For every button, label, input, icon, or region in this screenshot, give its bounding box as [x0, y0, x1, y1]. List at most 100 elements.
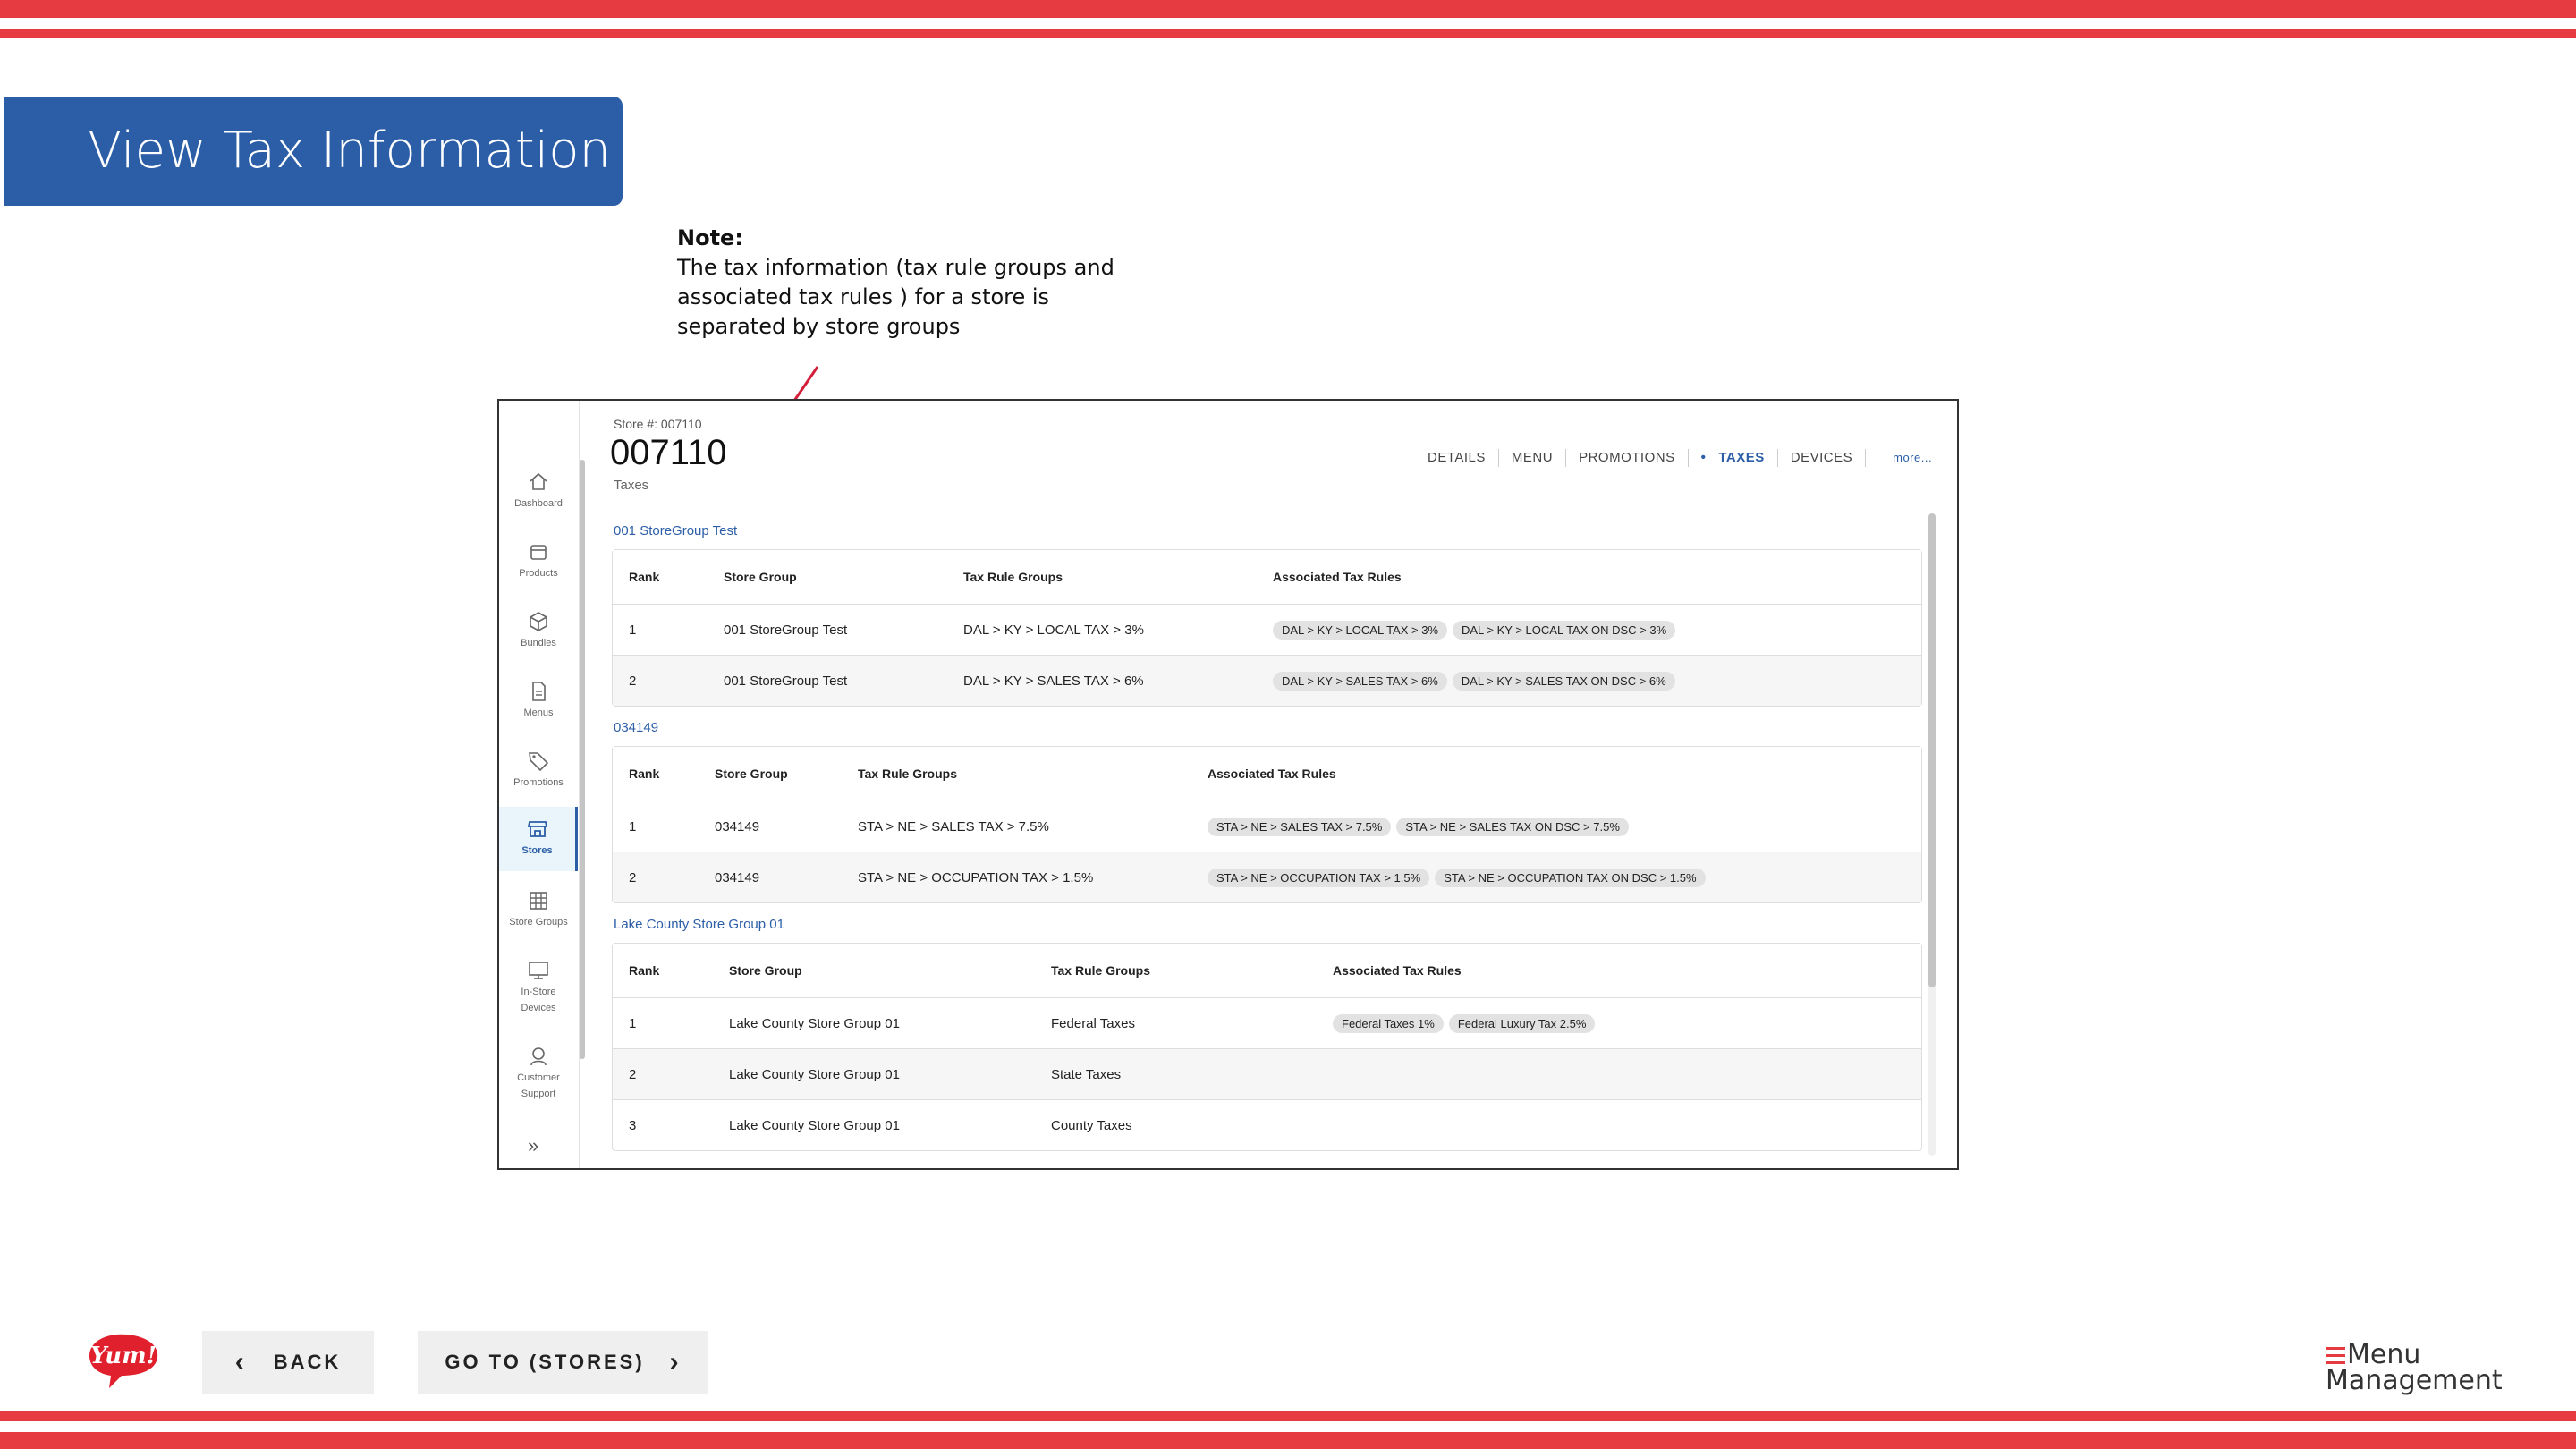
column-header: Tax Rule Groups [1051, 963, 1150, 978]
sidebar-item-label: In-Store [521, 987, 556, 997]
taxes-content: 001 StoreGroup Test Rank Store Group Tax Ru… [612, 513, 1922, 1166]
tab-devices[interactable]: DEVICES [1778, 449, 1867, 467]
more-tabs-link[interactable]: more... [1866, 449, 1945, 467]
logo-line-1: Menu [2347, 1339, 2421, 1370]
table-row[interactable]: 2 034149 STA > NE > OCCUPATION TAX > 1.5% S… [613, 852, 1921, 902]
table-cell: DAL > KY > SALES TAX > 6% DAL > KY > SALE… [1257, 671, 1919, 691]
sidebar-item-menus[interactable]: Menus [499, 669, 578, 732]
note-body: The tax information (tax rule groups and… [677, 255, 1114, 339]
sidebar-scrollbar[interactable] [580, 460, 585, 1059]
table-cell: Lake County Store Group 01 [729, 1015, 900, 1031]
tab-menu[interactable]: MENU [1499, 449, 1567, 467]
column-header: Tax Rule Groups [963, 570, 1063, 584]
top-stripe-1 [0, 0, 2576, 18]
note-title: Note: [677, 225, 743, 250]
sidebar-item-store-groups[interactable]: Store Groups [499, 878, 578, 941]
column-header: Rank [629, 767, 660, 781]
table-row[interactable]: 1 001 StoreGroup Test DAL > KY > LOCAL TAX… [613, 604, 1921, 655]
section-label: Taxes [614, 478, 649, 493]
expand-sidebar-icon[interactable]: » [528, 1134, 538, 1157]
column-header: Tax Rule Groups [858, 767, 957, 781]
tag-icon [529, 752, 549, 772]
table-cell: STA > NE > SALES TAX > 7.5% STA > NE > SA… [1191, 817, 1919, 836]
sidebar-item-label: Stores [521, 845, 553, 856]
table-cell: State Taxes [1051, 1066, 1122, 1082]
document-icon [532, 682, 546, 701]
chevron-left-icon: ‹ [234, 1347, 247, 1377]
table-row[interactable]: 2 Lake County Store Group 01 State Taxes [613, 1048, 1921, 1099]
table-cell: Lake County Store Group 01 [729, 1066, 900, 1082]
table-cell: Lake County Store Group 01 [729, 1117, 900, 1133]
table-cell: STA > NE > OCCUPATION TAX > 1.5% STA > NE… [1191, 868, 1919, 887]
go-to-stores-button[interactable]: GO TO (STORES) › [418, 1331, 708, 1394]
table-cell: 001 StoreGroup Test [724, 673, 848, 689]
column-header: Store Group [715, 767, 788, 781]
store-group-link[interactable]: Lake County Store Group 01 [612, 907, 1922, 943]
home-icon [530, 472, 547, 490]
sidebar-item-products[interactable]: Products [499, 530, 578, 592]
table-header-row: Rank Store Group Tax Rule Groups Associated… [613, 944, 1921, 997]
table-row[interactable]: 1 Lake County Store Group 01 Federal Taxes… [613, 997, 1921, 1048]
tax-rule-chip: Federal Taxes 1% [1333, 1013, 1444, 1033]
tab-taxes[interactable]: TAXES [1689, 449, 1778, 467]
store-group-link[interactable]: 034149 [612, 710, 1922, 746]
sidebar-item-customer-support[interactable]: Customer Support [499, 1034, 578, 1111]
table-row[interactable]: 1 034149 STA > NE > SALES TAX > 7.5% STA > … [613, 801, 1921, 852]
app-screenshot: Dashboard Products Bundles Menus Promotions S… [497, 399, 1959, 1170]
tax-rule-chip: STA > NE > SALES TAX ON DSC > 7.5% [1396, 817, 1629, 836]
table-cell: 034149 [715, 869, 760, 886]
table-cell: 001 StoreGroup Test [724, 622, 848, 638]
tab-promotions[interactable]: PROMOTIONS [1566, 449, 1689, 467]
tax-rule-chip: STA > NE > OCCUPATION TAX > 1.5% [1208, 868, 1430, 887]
tax-table: Rank Store Group Tax Rule Groups Associated… [612, 943, 1922, 1151]
sidebar-item-bundles[interactable]: Bundles [499, 599, 578, 662]
store-number: 007110 [610, 433, 727, 472]
table-cell: STA > NE > OCCUPATION TAX > 1.5% [858, 869, 1094, 886]
column-header: Associated Tax Rules [1273, 570, 1402, 584]
column-header: Associated Tax Rules [1208, 767, 1336, 781]
sidebar-item-label: Promotions [513, 777, 564, 788]
tax-rule-chip: DAL > KY > SALES TAX > 6% [1273, 671, 1447, 691]
table-cell: Federal Taxes [1051, 1015, 1135, 1031]
table-cell: DAL > KY > LOCAL TAX > 3% DAL > KY > LOCA… [1257, 620, 1919, 640]
column-header: Rank [629, 963, 660, 978]
content-scrollbar-thumb[interactable] [1928, 513, 1936, 987]
logo-line-2: Management [2326, 1365, 2503, 1396]
yum-logo-text: Yum! [90, 1343, 157, 1369]
table-cell: County Taxes [1051, 1117, 1132, 1133]
tax-rule-chip: DAL > KY > LOCAL TAX ON DSC > 3% [1453, 620, 1676, 640]
table-cell: 3 [629, 1117, 637, 1133]
sidebar-item-label: Dashboard [514, 498, 563, 509]
back-button[interactable]: ‹ BACK [202, 1331, 374, 1394]
column-header: Associated Tax Rules [1333, 963, 1462, 978]
back-button-label: BACK [273, 1351, 342, 1373]
content-scrollbar[interactable] [1928, 513, 1936, 1156]
store-number-label: Store #: 007110 [614, 417, 702, 431]
box-icon [530, 545, 547, 560]
table-row[interactable]: 3 Lake County Store Group 01 County Taxes [613, 1099, 1921, 1150]
grid-icon [530, 892, 547, 910]
sidebar-item-promotions[interactable]: Promotions [499, 739, 578, 801]
table-row[interactable]: 2 001 StoreGroup Test DAL > KY > SALES TAX… [613, 655, 1921, 706]
store-group-link[interactable]: 001 StoreGroup Test [612, 513, 1922, 549]
table-header-row: Rank Store Group Tax Rule Groups Associated… [613, 747, 1921, 801]
sidebar-item-dashboard[interactable]: Dashboard [499, 460, 578, 522]
yum-logo: Yum! [89, 1334, 158, 1388]
column-header: Store Group [729, 963, 802, 978]
sidebar-item-label: Products [519, 568, 558, 579]
tax-rule-chip: DAL > KY > LOCAL TAX > 3% [1273, 620, 1447, 640]
table-cell: 1 [629, 622, 637, 638]
sidebar-item-stores[interactable]: Stores [499, 807, 578, 871]
note-callout: Note: The tax information (tax rule grou… [677, 224, 1124, 342]
table-cell: STA > NE > SALES TAX > 7.5% [858, 818, 1049, 835]
tab-details[interactable]: DETAILS [1415, 449, 1499, 467]
bottom-stripe-2 [0, 1432, 2576, 1449]
sidebar-item-in-store-devices[interactable]: In-Store Devices [499, 948, 578, 1025]
go-to-stores-label: GO TO (STORES) [445, 1351, 645, 1373]
top-stripe-2 [0, 29, 2576, 38]
support-icon [530, 1047, 547, 1066]
sidebar-item-label: Store Groups [509, 917, 568, 928]
table-cell: DAL > KY > SALES TAX > 6% [963, 673, 1144, 689]
table-cell: 2 [629, 673, 637, 689]
sidebar-item-label: Support [521, 1089, 556, 1099]
